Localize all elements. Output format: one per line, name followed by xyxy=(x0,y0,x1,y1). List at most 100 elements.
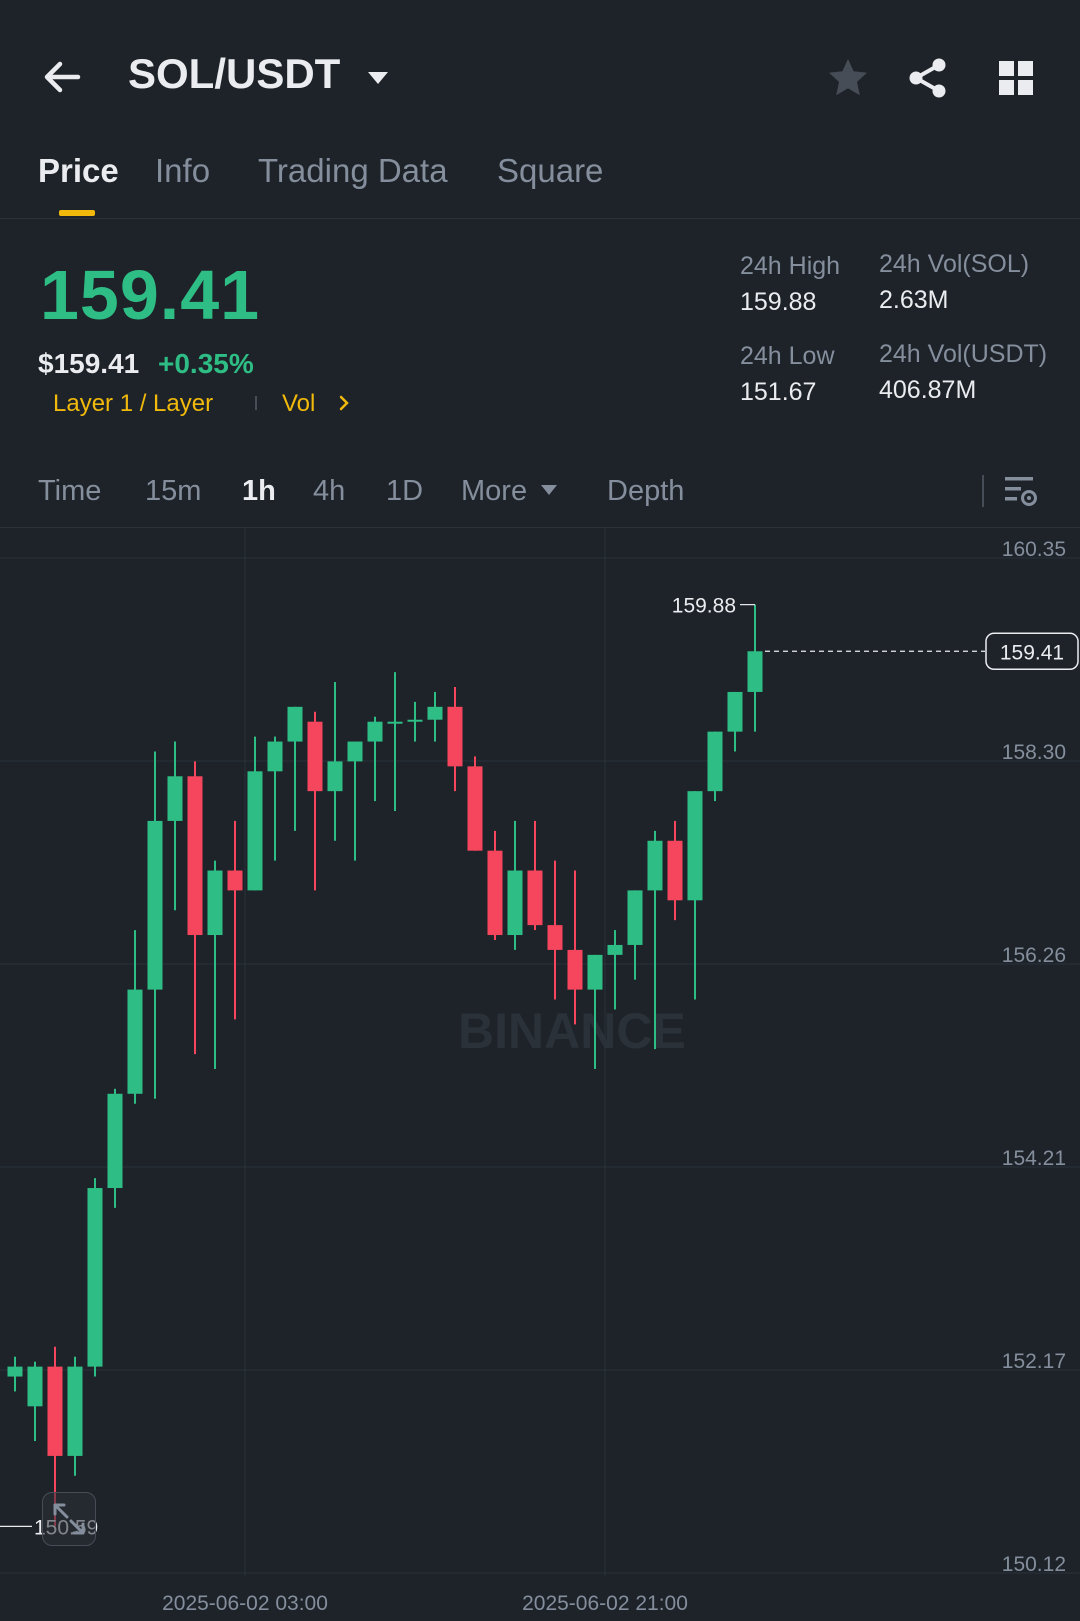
y-tick-label: 154.21 xyxy=(1002,1147,1066,1170)
stat-vol-sol-label: 24h Vol(SOL) xyxy=(879,250,1030,278)
candle xyxy=(167,741,183,911)
candle-body xyxy=(367,721,383,742)
candle xyxy=(687,791,703,1000)
candle xyxy=(7,1356,23,1392)
candle-body xyxy=(747,651,763,692)
tab-square[interactable]: Square xyxy=(497,152,603,190)
candle-body xyxy=(627,890,643,945)
caret-down-icon[interactable] xyxy=(366,68,390,88)
candle xyxy=(547,860,563,1000)
tab-info[interactable]: Info xyxy=(155,152,210,190)
candle xyxy=(287,706,303,831)
back-arrow-icon[interactable] xyxy=(38,52,88,102)
candle-body xyxy=(127,989,143,1094)
chart-settings-icon[interactable] xyxy=(1004,473,1038,509)
candle-body xyxy=(687,791,703,901)
pair-title[interactable]: SOL/USDT xyxy=(128,50,340,98)
stat-low-label: 24h Low xyxy=(740,342,835,370)
tag-vol[interactable]: Vol xyxy=(282,390,315,418)
candle xyxy=(527,820,543,931)
active-tab-indicator xyxy=(59,210,95,216)
candle xyxy=(147,751,163,1099)
last-price: 159.41 xyxy=(40,256,261,334)
candle-body xyxy=(447,706,463,767)
candle xyxy=(627,890,643,980)
candle xyxy=(267,736,283,861)
candle xyxy=(427,691,443,742)
candle xyxy=(387,672,403,812)
candle-body xyxy=(547,925,563,950)
tab-trading-data[interactable]: Trading Data xyxy=(258,152,448,190)
grid-icon[interactable] xyxy=(996,58,1036,98)
stat-vol-usdt-label: 24h Vol(USDT) xyxy=(879,340,1048,368)
candle-body xyxy=(67,1366,83,1456)
fullscreen-button[interactable] xyxy=(42,1492,96,1546)
candle xyxy=(447,686,463,792)
candle-body xyxy=(147,820,163,990)
candle-body xyxy=(287,706,303,742)
stat-low-value: 151.67 xyxy=(740,378,817,406)
candle xyxy=(87,1178,103,1377)
candle-body xyxy=(347,741,363,762)
timeframe-depth[interactable]: Depth xyxy=(607,475,684,508)
candle xyxy=(247,736,263,891)
candle xyxy=(507,820,523,950)
candle xyxy=(487,830,503,940)
high-marker-label: 159.88 xyxy=(672,595,736,618)
candle-body xyxy=(107,1093,123,1189)
candle-body xyxy=(587,954,603,990)
timeframe-15m[interactable]: 15m xyxy=(145,475,201,508)
candle xyxy=(227,820,243,1020)
candle xyxy=(307,711,323,891)
candle-body xyxy=(167,776,183,821)
candlestick-chart[interactable]: BINANCE 159.41159.88150.59 160.35158.301… xyxy=(0,528,1080,1621)
candle-body xyxy=(187,776,203,936)
candle xyxy=(747,604,763,732)
timeframe-4h[interactable]: 4h xyxy=(313,475,345,508)
y-axis-labels: 160.35 158.30 156.26 154.21 152.17 150.12 xyxy=(1002,538,1066,1576)
candle xyxy=(187,761,203,1055)
candle-body xyxy=(227,870,243,891)
candle-body xyxy=(407,719,423,722)
y-tick-label: 152.17 xyxy=(1002,1350,1066,1373)
candle xyxy=(127,930,143,1104)
candle-body xyxy=(647,840,663,891)
candle-body xyxy=(527,870,543,926)
stat-high-label: 24h High xyxy=(740,252,841,280)
candle-body xyxy=(307,721,323,792)
price-change: +0.35% xyxy=(158,348,254,379)
caret-down-icon[interactable] xyxy=(540,483,558,497)
candle xyxy=(727,691,743,752)
timeframe-time[interactable]: Time xyxy=(38,475,101,508)
timeframe-more[interactable]: More xyxy=(461,475,527,508)
timeframe-1h[interactable]: 1h xyxy=(242,475,276,508)
chevron-right-icon[interactable] xyxy=(337,394,351,412)
timeframe-1d[interactable]: 1D xyxy=(386,475,423,508)
candle-body xyxy=(247,771,263,891)
candle-body xyxy=(727,691,743,732)
expand-icon xyxy=(53,1503,85,1535)
x-tick-label: 2025-06-02 21:00 xyxy=(522,1592,688,1615)
y-tick-label: 156.26 xyxy=(1002,944,1066,967)
candle xyxy=(367,716,383,802)
candle-body xyxy=(47,1366,63,1456)
timeframe-bar: Time 15m 1h 4h 1D More Depth xyxy=(0,455,1080,528)
candle xyxy=(67,1356,83,1476)
tag-layer[interactable]: Layer 1 / Layer xyxy=(53,390,213,418)
candle-body xyxy=(607,944,623,955)
last-price-label: 159.41 xyxy=(1000,641,1064,664)
candle-body xyxy=(427,706,443,720)
share-icon[interactable] xyxy=(906,56,950,100)
candle xyxy=(467,756,483,851)
tab-bar: Price Info Trading Data Square xyxy=(0,150,1080,219)
header-bar: SOL/USDT xyxy=(0,0,1080,150)
candle-body xyxy=(667,840,683,901)
tab-price[interactable]: Price xyxy=(38,152,119,190)
candle xyxy=(27,1361,43,1442)
x-tick-label: 2025-06-02 03:00 xyxy=(162,1592,328,1615)
candle-body xyxy=(207,870,223,936)
candle-body xyxy=(507,870,523,936)
star-icon[interactable] xyxy=(826,56,870,100)
candle-body xyxy=(707,731,723,792)
candle xyxy=(107,1088,123,1208)
